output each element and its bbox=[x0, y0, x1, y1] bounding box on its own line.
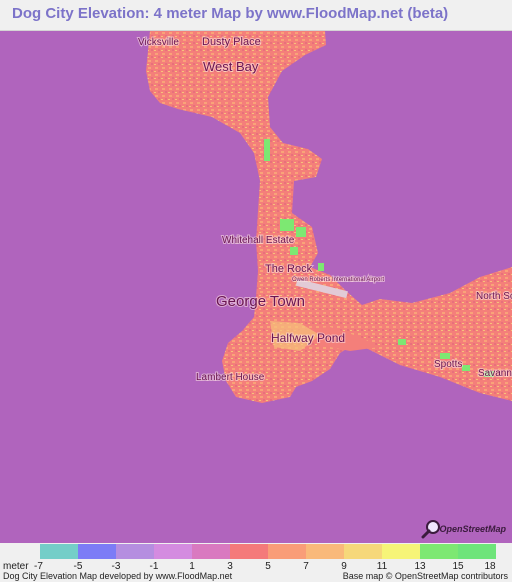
place-label: Lambert House bbox=[196, 372, 265, 383]
legend-swatch bbox=[344, 544, 382, 559]
place-label: Vicksville bbox=[138, 37, 179, 48]
elevation-map[interactable]: Vicksville Dusty Place West Bay Whitehal… bbox=[0, 31, 512, 543]
legend-swatch bbox=[382, 544, 420, 559]
legend-swatch bbox=[230, 544, 268, 559]
place-label: Savannah bbox=[478, 368, 512, 379]
place-label: Owen Roberts International Airport bbox=[292, 277, 384, 283]
legend-swatch bbox=[116, 544, 154, 559]
legend-swatch bbox=[192, 544, 230, 559]
magnifier-icon bbox=[421, 520, 441, 539]
page-title: Dog City Elevation: 4 meter Map by www.F… bbox=[12, 5, 449, 22]
place-label: West Bay bbox=[203, 59, 259, 74]
place-label: Whitehall Estate bbox=[222, 235, 295, 246]
legend-swatches bbox=[40, 544, 496, 559]
osm-attribution-logo: OpenStreetMap bbox=[421, 519, 506, 539]
legend-swatch bbox=[154, 544, 192, 559]
place-label: The Rock bbox=[265, 263, 313, 275]
basemap-credit: Base map © OpenStreetMap contributors bbox=[342, 571, 508, 581]
legend-tick-label: 5 bbox=[265, 561, 271, 572]
legend-swatch bbox=[458, 544, 496, 559]
place-label: George Town bbox=[216, 293, 305, 310]
legend-swatch bbox=[78, 544, 116, 559]
map-canvas[interactable]: Vicksville Dusty Place West Bay Whitehal… bbox=[0, 31, 512, 543]
place-label: Halfway Pond bbox=[271, 331, 345, 345]
place-label: Dusty Place bbox=[202, 36, 261, 48]
legend-swatch bbox=[40, 544, 78, 559]
legend-swatch bbox=[420, 544, 458, 559]
legend-swatch bbox=[268, 544, 306, 559]
place-label: North Sound Estates bbox=[476, 291, 512, 302]
place-label: Spotts bbox=[434, 359, 462, 370]
legend: meter -7 -5 -3 -1 1 3 5 7 9 11 13 15 18 Dog City Ele… bbox=[0, 543, 512, 582]
developer-credit: Dog City Elevation Map developed by www.… bbox=[3, 571, 233, 581]
legend-swatch bbox=[306, 544, 344, 559]
osm-logo-text: OpenStreetMap bbox=[439, 524, 506, 534]
legend-tick-label: 7 bbox=[303, 561, 309, 572]
title-bar: Dog City Elevation: 4 meter Map by www.F… bbox=[0, 0, 512, 31]
